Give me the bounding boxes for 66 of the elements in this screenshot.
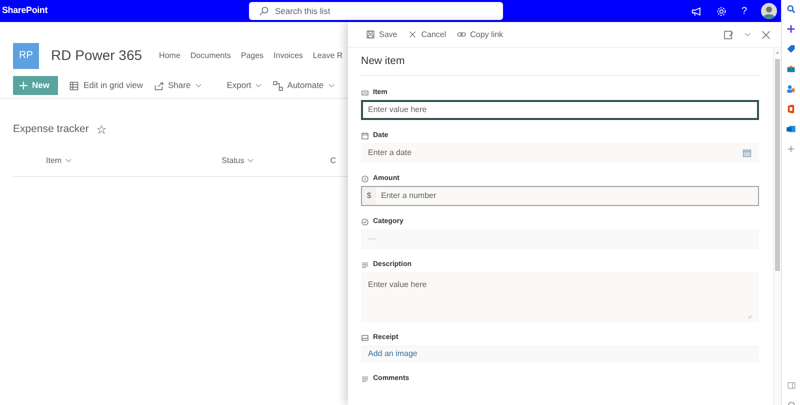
panel-title: New item (361, 48, 759, 76)
resize-handle-icon (747, 314, 752, 319)
nav-link[interactable]: Invoices (274, 50, 303, 62)
date-field[interactable]: Enter a date (361, 143, 759, 163)
command-button[interactable]: Share (154, 79, 202, 92)
panel-icon[interactable] (786, 381, 796, 390)
calendar-icon (361, 132, 369, 140)
chevron-down-icon (247, 157, 254, 164)
input-field[interactable]: Enter value here (361, 100, 759, 120)
nav-link[interactable]: Pages (240, 50, 264, 62)
image-field[interactable]: Add an image (361, 345, 759, 363)
column-header[interactable]: Status (222, 154, 254, 167)
link-icon (457, 30, 466, 39)
number-icon (361, 174, 369, 182)
image-icon (361, 334, 369, 342)
currency-symbol: $ (362, 187, 376, 205)
save-button[interactable]: Save (366, 28, 398, 40)
app-name[interactable]: SharePoint (2, 4, 249, 18)
cancel-button[interactable]: Cancel (408, 28, 446, 40)
chevron-down-icon (744, 31, 751, 38)
avatar-icon[interactable] (761, 3, 777, 19)
column-header[interactable]: C (330, 154, 336, 167)
command-button[interactable]: Automate (273, 79, 335, 92)
choice-icon (361, 218, 369, 226)
site-title[interactable]: RD Power 365 (51, 45, 142, 66)
grid-icon (69, 80, 80, 90)
edit-form-icon[interactable] (724, 30, 734, 40)
nav-link[interactable]: Documents (190, 50, 231, 62)
search-field[interactable]: Search this list (249, 2, 503, 20)
edit-grid-button[interactable]: Edit in grid view (69, 79, 144, 92)
nav-link[interactable]: Home (159, 50, 180, 62)
megaphone-icon[interactable] (691, 6, 702, 16)
calendar-icon (742, 148, 752, 158)
chevron-down-icon (64, 157, 72, 164)
sparkle-icon[interactable] (786, 24, 796, 34)
lines-icon (361, 260, 369, 268)
text-area[interactable]: Enter value here (361, 272, 759, 322)
plus-icon (19, 81, 28, 90)
search-icon[interactable] (786, 4, 796, 14)
nav-link[interactable]: Leave R (312, 50, 343, 62)
close-icon[interactable] (761, 30, 771, 40)
chevron-down-icon (194, 82, 202, 89)
help-button[interactable]: ? (741, 4, 747, 18)
office-icon[interactable] (786, 104, 796, 114)
list-title: Expense tracker (13, 122, 89, 137)
chevron-down-icon (328, 82, 335, 89)
column-header[interactable]: Item (46, 154, 72, 167)
mail-icon[interactable] (786, 124, 796, 134)
star-icon[interactable] (96, 125, 106, 134)
tag-icon[interactable] (786, 44, 796, 54)
link-button[interactable]: Copy link (457, 28, 504, 40)
text-field-icon (361, 88, 369, 96)
share-icon (154, 80, 164, 90)
flow-icon (273, 80, 284, 90)
scroll-up-icon (775, 50, 780, 55)
close-icon (408, 30, 418, 39)
scrollbar[interactable] (773, 48, 781, 405)
people-icon[interactable] (786, 84, 796, 94)
lines-icon (361, 374, 369, 382)
command-button[interactable]: Export (226, 79, 262, 92)
save-icon (366, 30, 375, 39)
chevron-down-icon (255, 82, 262, 89)
add-image-link[interactable]: Add an image (368, 348, 418, 360)
search-icon (259, 6, 269, 16)
number-field[interactable]: $ Enter a number (361, 186, 759, 206)
toolbox-icon[interactable] (786, 64, 796, 74)
